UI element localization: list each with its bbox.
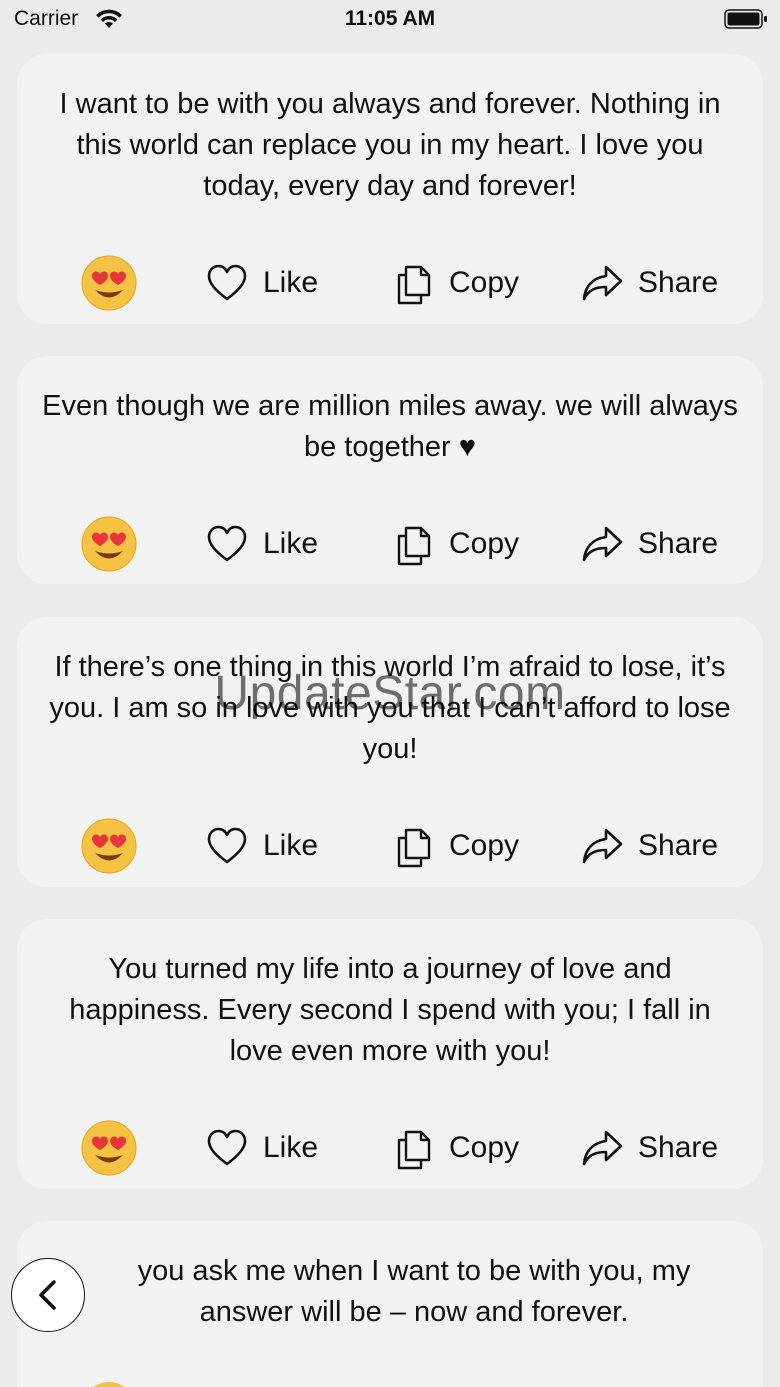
heart-eyes-emoji-icon[interactable] — [81, 255, 137, 311]
quote-card: I want to be with you always and forever… — [17, 54, 763, 324]
quote-text: I want to be with you always and forever… — [59, 88, 721, 202]
quote-card: You turned my life into a journey of lov… — [17, 919, 763, 1189]
copy-button[interactable]: Copy — [391, 253, 519, 313]
like-button[interactable]: Like — [205, 514, 318, 574]
like-label: Like — [263, 1131, 319, 1164]
copy-button[interactable]: Copy — [391, 514, 519, 574]
quote-card: you ask me when I want to be with you, m… — [17, 1221, 763, 1387]
quotes-screen: Carrier 11:05 AM I want to be with you a… — [0, 0, 780, 1387]
heart-outline-icon — [207, 1129, 247, 1166]
share-arrow-icon — [582, 265, 623, 301]
share-label: Share — [638, 527, 719, 560]
copy-label: Copy — [449, 266, 520, 299]
heart-outline-icon — [207, 264, 247, 301]
share-button[interactable]: Share — [580, 1118, 718, 1178]
share-arrow-icon — [582, 526, 623, 562]
back-button[interactable] — [11, 1258, 85, 1332]
copy-icon — [397, 265, 431, 305]
copy-icon — [397, 828, 431, 868]
copy-button[interactable]: Copy — [391, 1118, 519, 1178]
quote-actions: Like Copy Share — [17, 816, 763, 876]
share-arrow-icon — [582, 828, 623, 864]
chevron-left-icon — [39, 1280, 56, 1310]
share-label: Share — [638, 829, 719, 862]
copy-label: Copy — [449, 1131, 520, 1164]
quote-actions: Like Copy Share — [17, 1118, 763, 1178]
quote-card: If there’s one thing in this world I’m a… — [17, 617, 763, 887]
quote-text: You turned my life into a journey of lov… — [69, 953, 711, 1067]
share-label: Share — [638, 266, 719, 299]
quote-card: Even though we are million miles away. w… — [17, 356, 763, 584]
copy-label: Copy — [449, 527, 520, 560]
copy-icon — [397, 526, 431, 566]
heart-eyes-emoji-icon[interactable] — [81, 516, 137, 572]
quote-actions: Like Copy Share — [17, 514, 763, 574]
like-label: Like — [263, 527, 319, 560]
heart-eyes-emoji-icon[interactable] — [81, 1120, 137, 1176]
like-label: Like — [263, 829, 319, 862]
copy-icon — [397, 1130, 431, 1170]
battery-icon — [724, 9, 767, 29]
quote-text: Even though we are million miles away. w… — [42, 390, 738, 463]
share-button[interactable]: Share — [580, 816, 718, 876]
quote-actions: Like Copy Share — [17, 253, 763, 313]
heart-eyes-emoji-icon[interactable] — [81, 818, 137, 874]
share-button[interactable]: Share — [580, 514, 718, 574]
quote-actions — [17, 1379, 763, 1387]
share-arrow-icon — [582, 1130, 623, 1166]
copy-button[interactable]: Copy — [391, 816, 519, 876]
heart-outline-icon — [207, 827, 247, 864]
copy-label: Copy — [449, 829, 520, 862]
quote-text: you ask me when I want to be with you, m… — [137, 1255, 691, 1328]
quote-text: If there’s one thing in this world I’m a… — [49, 651, 731, 765]
share-button[interactable]: Share — [580, 253, 718, 313]
heart-eyes-emoji-icon[interactable] — [81, 1381, 137, 1387]
share-label: Share — [638, 1131, 719, 1164]
heart-outline-icon — [207, 525, 247, 562]
like-button[interactable]: Like — [205, 1118, 318, 1178]
like-button[interactable]: Like — [205, 253, 318, 313]
like-label: Like — [263, 266, 319, 299]
like-button[interactable]: Like — [205, 816, 318, 876]
status-bar: Carrier 11:05 AM — [0, 0, 780, 40]
clock-time: 11:05 AM — [344, 7, 436, 30]
